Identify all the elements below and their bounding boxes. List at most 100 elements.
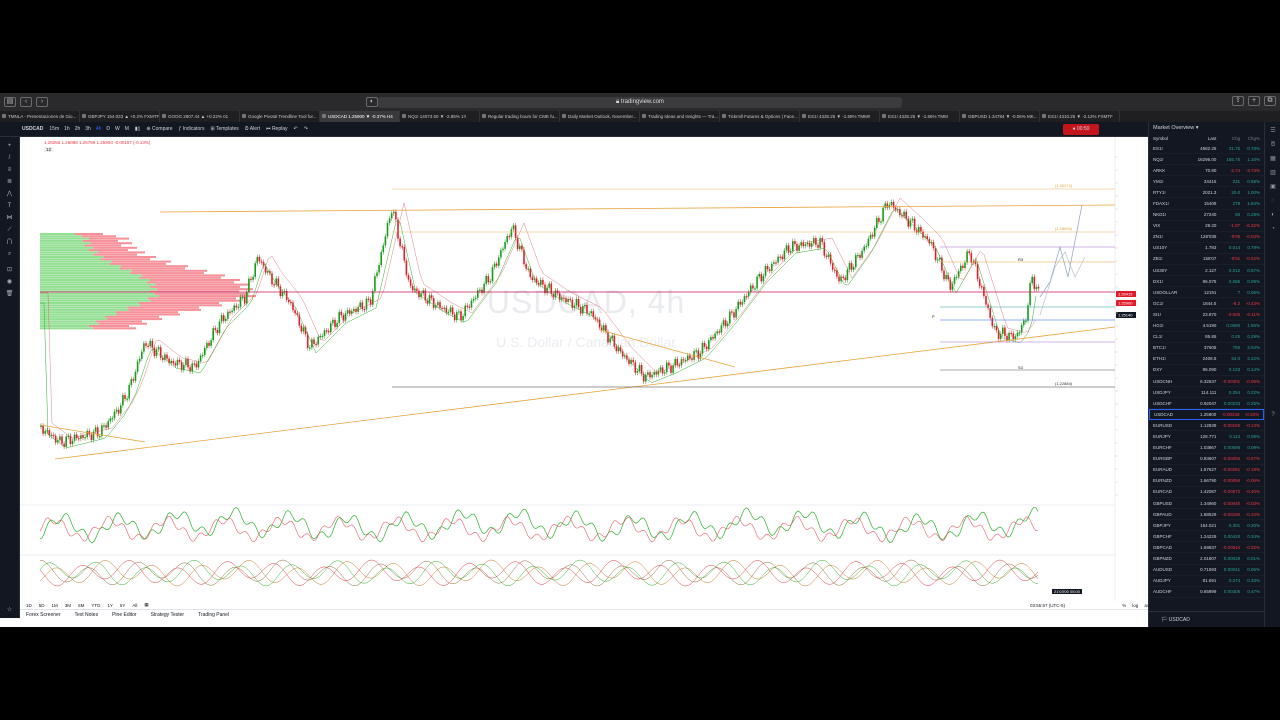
text-tool-icon[interactable]: T [5, 203, 14, 209]
watchlist-row[interactable]: EURCHF 1.03867 0.00096 0.09% [1149, 443, 1264, 454]
watchlist-row[interactable]: SI1! 23.870 -0.005 -0.11% [1149, 309, 1264, 321]
replay-button[interactable]: ⏮ Replay [266, 126, 287, 132]
watchlist-row[interactable]: ETH1! 2408.5 54.0 2.22% [1149, 354, 1264, 365]
interval-D[interactable]: D [106, 126, 110, 132]
browser-tab[interactable]: ES1! 4335.25 ▼ -1.56% TMM [880, 111, 960, 122]
watchlist-row[interactable]: YM1! 34415 231 0.68% [1149, 176, 1264, 188]
browser-tab[interactable]: TMNLA - Presentaciones de Gio... [0, 111, 80, 122]
compare-button[interactable]: ⊕ Compare [146, 126, 172, 132]
horizontal-lines-icon[interactable]: ≡ [5, 167, 14, 173]
panel-tab-forex-screener[interactable]: Forex Screener [26, 612, 60, 618]
browser-tab[interactable]: Regular trading hours for CME fu... [480, 111, 560, 122]
watchlist-row[interactable]: GC1! 1844.5 -8.2 -0.43% [1149, 298, 1264, 310]
panel-tab-pine-editor[interactable]: Pine Editor [112, 612, 136, 618]
trend-line-icon[interactable]: / [5, 155, 14, 161]
interval-M[interactable]: M [125, 126, 129, 132]
calendar-icon[interactable]: ▣ [1269, 184, 1277, 190]
symbol-search-button[interactable]: USDCAD [22, 126, 43, 132]
browser-tab[interactable]: NQ1! 14073.50 ▼ -2.85% 1!! [400, 111, 480, 122]
watchlist-row[interactable]: FDAX1! 15409 278 1.84% [1149, 198, 1264, 210]
sidebar-toggle-icon[interactable]: ▤ [4, 97, 16, 107]
watchlist-row[interactable]: USDJPY 114.111 0.254 0.22% [1149, 387, 1264, 399]
watchlist-row[interactable]: CL1! 85.85 0.25 0.29% [1149, 332, 1264, 343]
range-1m[interactable]: 1M [52, 603, 58, 608]
range-1d[interactable]: 1D [26, 603, 32, 608]
star-icon[interactable]: ☆ [5, 607, 14, 613]
interval-15m[interactable]: 15m [49, 126, 59, 132]
data-window-icon[interactable]: ▦ [1269, 156, 1277, 162]
scale-log[interactable]: log [1132, 603, 1138, 608]
watchlist-row[interactable]: EURJPY 128.771 0.114 0.09% [1149, 431, 1264, 443]
calendar-goto-icon[interactable]: ▦ [144, 602, 148, 608]
watchlist-row[interactable]: ARKK 70.80 -2.74 -3.73% [1149, 165, 1264, 177]
browser-tab[interactable]: Tickmill Futures & Options | Face... [720, 111, 800, 122]
watchlist-row[interactable]: EURGBP 0.83607 -0.00055 -0.07% [1149, 454, 1264, 465]
chat-icon[interactable]: ◐ [1269, 212, 1277, 218]
url-bar[interactable]: 🔒︎ tradingview.com [378, 97, 902, 108]
watchlist-row[interactable]: ZB1! 155'07 -0'01 -0.02% [1149, 254, 1264, 266]
watchlist-row[interactable]: GBPUSD 1.34960 -0.00040 -0.03% [1149, 498, 1264, 510]
hide-drawings-icon[interactable]: ◉ [5, 279, 14, 285]
range-5y[interactable]: 5Y [120, 603, 126, 608]
watchlist-row[interactable]: EURNZD 1.66790 -0.00094 -0.06% [1149, 476, 1264, 487]
watchlist-row[interactable]: RTY1! 2021.3 20.0 1.00% [1149, 187, 1264, 199]
watchlist-col-chg-pct[interactable]: Chg% [1240, 136, 1260, 141]
watchlist-row[interactable]: USDCAD 1.25900 -0.00348 -0.33% [1149, 409, 1264, 421]
browser-tab[interactable]: Trading Ideas and Insights — Tra... [640, 111, 720, 122]
zoom-icon[interactable]: ⌕ [5, 251, 14, 257]
alerts-icon[interactable]: ⏰︎ [1269, 142, 1277, 148]
range-3m[interactable]: 3M [65, 603, 71, 608]
watchlist-row[interactable]: HG1! 4.5190 0.0690 1.55% [1149, 321, 1264, 332]
notifications-icon[interactable]: ◔ [1269, 226, 1277, 232]
browser-tab[interactable]: ES1! 4310.25 ▼ -2.12% FXMTF [1040, 111, 1120, 122]
watchlist-row[interactable]: US10Y 1.783 0.014 0.79% [1149, 243, 1264, 254]
watchlist-row[interactable]: GBPNZD 2.01807 0.00028 0.01% [1149, 553, 1264, 565]
watchlist-row[interactable]: NQ1! 16296.00 155.75 1.10% [1149, 154, 1264, 166]
bar-style-icon[interactable]: ▮▯ [135, 126, 141, 132]
share-icon[interactable]: ⇪ [1232, 96, 1244, 106]
interval-3h[interactable]: 3h [85, 126, 91, 132]
interval-W[interactable]: W [115, 126, 120, 132]
tab-overview-icon[interactable]: ⧉ [1264, 96, 1276, 106]
fib-tool-icon[interactable]: ≣ [5, 179, 14, 185]
forward-icon[interactable]: › [36, 97, 48, 107]
measure-icon[interactable]: ⋈ [5, 215, 14, 221]
undo-icon[interactable]: ↶ [294, 126, 298, 132]
back-icon[interactable]: ‹ [20, 97, 32, 107]
watchlist-row[interactable]: DXY 96.090 0.133 0.14% [1149, 365, 1264, 376]
range-6m[interactable]: 6M [78, 603, 84, 608]
shield-icon[interactable]: ◐ [366, 97, 378, 107]
watchlist-row[interactable]: USDOLLAR 12191 7 0.06% [1149, 287, 1264, 299]
pattern-icon[interactable]: ⋀ [5, 191, 14, 197]
lock-drawings-icon[interactable]: ⊡ [5, 267, 14, 273]
alert-button[interactable]: ⏰︎ Alert [245, 126, 260, 132]
panel-tab-strategy-tester[interactable]: Strategy Tester [151, 612, 185, 618]
watchlist-row[interactable]: USDCNH 6.32637 -0.00301 -0.06% [1149, 376, 1264, 388]
watchlist-row[interactable]: EURCAD 1.42087 -0.00572 -0.40% [1149, 487, 1264, 498]
watchlist-row[interactable]: ES1! 4582.25 31.75 0.78% [1149, 143, 1264, 155]
watchlist-row[interactable]: AUDJPY 81.691 0.274 0.33% [1149, 576, 1264, 587]
ruler-icon[interactable]: ⟋ [5, 227, 14, 233]
ideas-icon[interactable]: ◌ [1269, 198, 1277, 204]
watchlist-col-chg[interactable]: Chg [1216, 136, 1240, 141]
watchlist-title[interactable]: Market Overview ▾ [1149, 122, 1264, 134]
watchlist-row[interactable]: EURAUD 1.57627 -0.00281 -0.18% [1149, 465, 1264, 476]
watchlist-row[interactable]: GBPJPY 154.021 0.301 0.20% [1149, 520, 1264, 532]
price-chart[interactable]: 1.26055 1.26088 1.25799 1.25900 -0.00157… [20, 137, 1148, 601]
panel-tab-text-notes[interactable]: Text Notes [74, 612, 98, 618]
watchlist-row[interactable]: DX1! 96.075 0.085 0.09% [1149, 276, 1264, 288]
interval-2h[interactable]: 2h [75, 126, 81, 132]
watchlist-col-symbol[interactable]: Symbol [1153, 136, 1193, 141]
magnet-icon[interactable]: ⋂ [5, 239, 14, 245]
browser-tab[interactable]: ES1! 4335.25 ▼ -1.58% TMM!! [800, 111, 880, 122]
watchlist-row[interactable]: US30Y 2.127 0.012 0.57% [1149, 265, 1264, 277]
browser-tab[interactable]: Daily Market Outlook, November... [560, 111, 640, 122]
interval-1h[interactable]: 1h [64, 126, 70, 132]
watchlist-row[interactable]: NKD1! 27240 80 0.29% [1149, 210, 1264, 221]
watchlist-icon[interactable]: ☰ [1269, 128, 1277, 134]
new-tab-icon[interactable]: + [1248, 96, 1260, 106]
watchlist-footer[interactable]: 🏳︎ USDCAD [1149, 611, 1265, 627]
watchlist-row[interactable]: GBPCHF 1.24229 0.00420 0.34% [1149, 531, 1264, 543]
watchlist-row[interactable]: AUDCHF 0.65899 0.00305 0.47% [1149, 587, 1264, 598]
watchlist-row[interactable]: ZN1! 128'035 -0'05 -0.04% [1149, 232, 1264, 243]
